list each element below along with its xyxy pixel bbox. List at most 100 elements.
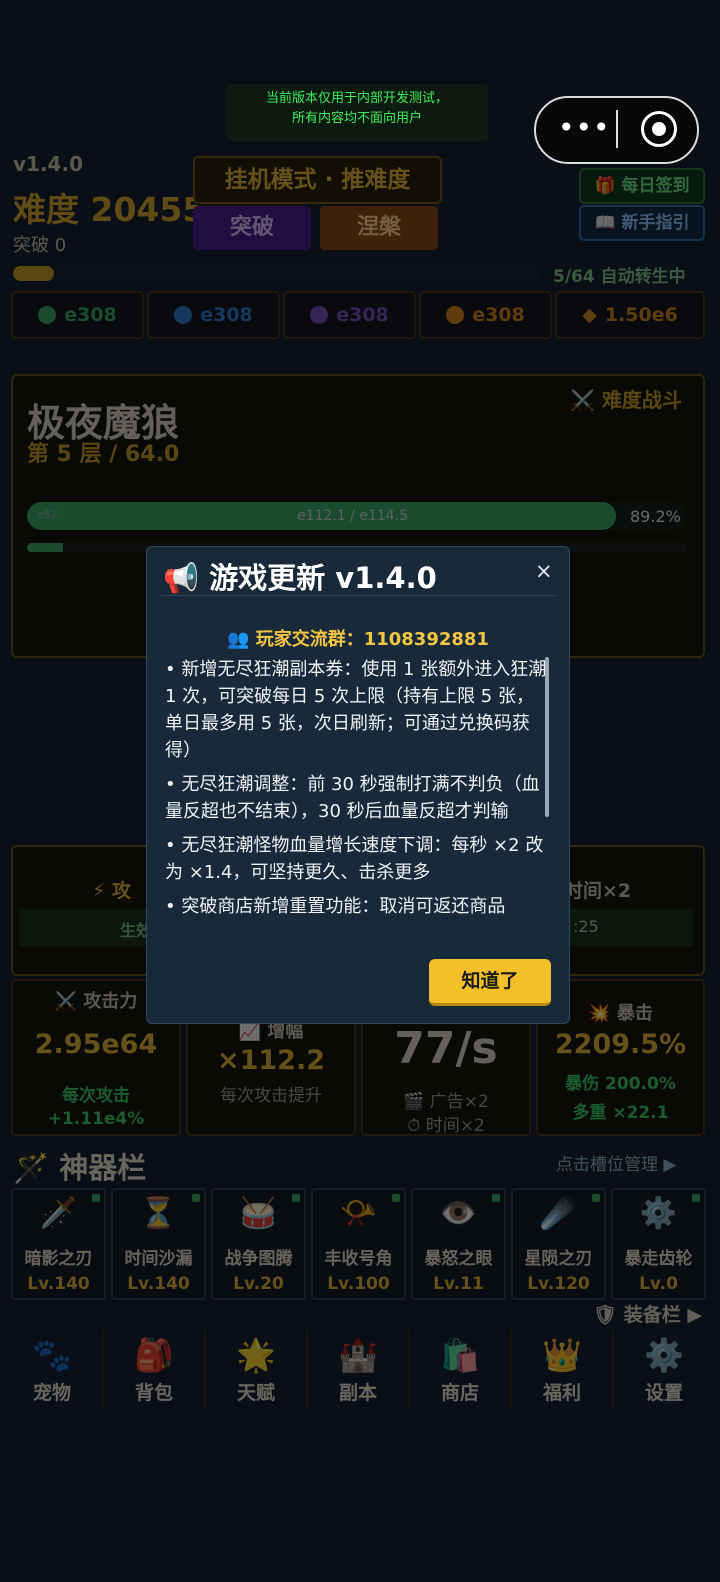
stat-sub: 暴伤 200.0% bbox=[565, 1074, 676, 1094]
update-note: • 新增无尽狂潮副本券：使用 1 张额外进入狂潮 1 次，可突破每日 5 次上限… bbox=[165, 659, 547, 761]
boss-hp-mini: e52 bbox=[37, 508, 58, 521]
resource-value: e308 bbox=[336, 304, 389, 326]
close-icon[interactable]: × bbox=[535, 559, 553, 583]
rebirth-progress-bar bbox=[13, 266, 541, 281]
stat-sub: 每次攻击提升 bbox=[220, 1086, 322, 1106]
stat-sub: 🎬 广告×2 bbox=[403, 1092, 489, 1112]
boss-hp-percent: 89.2% bbox=[630, 507, 681, 526]
breakthrough-count: 突破 0 bbox=[13, 235, 67, 256]
nav-settings[interactable]: ⚙️ 设置 bbox=[614, 1330, 714, 1408]
breakthrough-button[interactable]: 突破 bbox=[193, 206, 311, 250]
idle-mode-button[interactable]: 挂机模式 · 推难度 bbox=[193, 156, 442, 204]
player-group-number: 👥 玩家交流群：1108392881 bbox=[227, 629, 489, 650]
close-miniprogram-button[interactable] bbox=[641, 111, 677, 147]
dagger-icon: 🗡️ bbox=[39, 1196, 78, 1231]
nav-dungeon[interactable]: 🏰 副本 bbox=[308, 1330, 410, 1408]
nav-backpack[interactable]: 🎒 背包 bbox=[104, 1330, 206, 1408]
artifact-level: Lv.0 bbox=[639, 1274, 678, 1294]
nav-talent[interactable]: 🌟 天赋 bbox=[206, 1330, 308, 1408]
artifact-name: 暴走齿轮 bbox=[624, 1249, 693, 1269]
dialog-divider bbox=[161, 595, 555, 596]
artifact-name: 战争图腾 bbox=[224, 1249, 293, 1269]
stat-sub: ⏱ 时间×2 bbox=[407, 1116, 485, 1136]
resource-value: e308 bbox=[64, 304, 117, 326]
capsule-divider bbox=[616, 110, 618, 148]
dev-notice: 当前版本仅用于内部开发测试， 所有内容均不面向用户 bbox=[226, 84, 488, 141]
resource-orange[interactable]: e308 bbox=[419, 291, 552, 339]
update-dialog: 📢 游戏更新 v1.4.0 × 👥 玩家交流群：1108392881 • 新增无… bbox=[146, 546, 570, 1024]
notes-scrollbar[interactable] bbox=[545, 657, 549, 817]
artifact-meteor-blade[interactable]: ☄️ 星陨之刃 Lv.120 bbox=[511, 1188, 606, 1300]
orange-orb-icon bbox=[446, 306, 465, 324]
dialog-title: 📢 游戏更新 v1.4.0 bbox=[163, 561, 437, 595]
artifact-harvest-horn[interactable]: 📯 丰收号角 Lv.100 bbox=[311, 1188, 406, 1300]
artifact-time-hourglass[interactable]: ⏳ 时间沙漏 Lv.140 bbox=[111, 1188, 206, 1300]
artifact-war-totem[interactable]: 🥁 战争图腾 Lv.20 bbox=[211, 1188, 306, 1300]
stat-sub: +1.11e4% bbox=[47, 1109, 145, 1129]
difficulty-label: 难度 20455 bbox=[13, 190, 206, 229]
version-label: v1.4.0 bbox=[13, 152, 83, 176]
update-notes-list[interactable]: • 新增无尽狂潮副本券：使用 1 张额外进入狂潮 1 次，可突破每日 5 次上限… bbox=[165, 656, 551, 938]
stat-sub: 多重 ×22.1 bbox=[572, 1103, 669, 1123]
equipment-bar-link[interactable]: 🛡 装备栏 ▶ bbox=[593, 1300, 702, 1327]
resource-blue[interactable]: e308 bbox=[147, 291, 280, 339]
nav-label: 背包 bbox=[134, 1382, 173, 1404]
resource-value: e308 bbox=[200, 304, 253, 326]
comet-icon: ☄️ bbox=[539, 1196, 578, 1231]
star-icon: 🌟 bbox=[236, 1336, 276, 1374]
diamond-icon: ◆ bbox=[582, 304, 597, 326]
got-it-button[interactable]: 知道了 bbox=[429, 959, 551, 1006]
eye-icon: 👁️ bbox=[439, 1196, 478, 1231]
artifact-level: Lv.11 bbox=[433, 1274, 484, 1294]
artifact-name: 时间沙漏 bbox=[124, 1249, 193, 1269]
slot-manage-link[interactable]: 点击槽位管理 ▶ bbox=[556, 1150, 676, 1175]
update-note: • 无尽狂潮调整：前 30 秒强制打满不判负（血量反超也不结束），30 秒后血量… bbox=[165, 774, 540, 822]
daily-checkin-button[interactable]: 🎁 每日签到 bbox=[579, 168, 705, 204]
nav-shop[interactable]: 🛍️ 商店 bbox=[410, 1330, 512, 1408]
dev-notice-line1: 当前版本仅用于内部开发测试， bbox=[265, 91, 448, 106]
hourglass-icon: ⏳ bbox=[139, 1196, 178, 1231]
artifact-level: Lv.140 bbox=[27, 1274, 90, 1294]
nav-welfare[interactable]: 👑 福利 bbox=[512, 1330, 614, 1408]
dev-notice-line2: 所有内容均不面向用户 bbox=[291, 111, 422, 126]
buff-left-label: ⚡ 攻 bbox=[92, 880, 131, 902]
miniprogram-capsule: ••• bbox=[534, 96, 699, 164]
nav-label: 天赋 bbox=[236, 1382, 275, 1404]
horn-icon: 📯 bbox=[339, 1196, 378, 1231]
stat-value: 2.95e64 bbox=[34, 1029, 158, 1060]
artifact-rage-eye[interactable]: 👁️ 暴怒之眼 Lv.11 bbox=[411, 1188, 506, 1300]
stat-sub: 每次攻击 bbox=[62, 1086, 130, 1106]
stat-value: 77/s bbox=[394, 1023, 498, 1074]
buff-right-label: 时间×2 bbox=[564, 880, 632, 902]
artifact-name: 暗影之刃 bbox=[24, 1249, 93, 1269]
resource-value: 1.50e6 bbox=[604, 304, 678, 326]
boss-layer: 第 5 层 / 64.0 bbox=[27, 442, 180, 467]
nav-pet[interactable]: 🐾 宠物 bbox=[2, 1330, 104, 1408]
stat-value: 2209.5% bbox=[554, 1029, 687, 1060]
beginner-guide-button[interactable]: 📖 新手指引 bbox=[579, 205, 705, 241]
artifact-level: Lv.100 bbox=[327, 1274, 390, 1294]
drum-icon: 🥁 bbox=[239, 1196, 278, 1231]
artifact-name: 暴怒之眼 bbox=[424, 1249, 493, 1269]
artifact-level: Lv.140 bbox=[127, 1274, 190, 1294]
resource-purple[interactable]: e308 bbox=[283, 291, 416, 339]
resource-diamond[interactable]: ◆ 1.50e6 bbox=[555, 291, 705, 339]
blue-orb-icon bbox=[174, 306, 193, 324]
shopping-bags-icon: 🛍️ bbox=[440, 1336, 480, 1374]
rebirth-progress-fill bbox=[13, 266, 55, 281]
difficulty-battle-button[interactable]: ⚔️ 难度战斗 bbox=[570, 384, 682, 413]
artifact-bar-title: 🪄 神器栏 bbox=[13, 1151, 147, 1185]
resource-green[interactable]: e308 bbox=[11, 291, 144, 339]
rebirth-progress-text: 5/64 自动转生中 bbox=[553, 267, 686, 287]
more-button[interactable]: ••• bbox=[558, 114, 611, 142]
purple-orb-icon bbox=[310, 306, 329, 324]
castle-icon: 🏰 bbox=[338, 1336, 378, 1374]
artifact-shadow-blade[interactable]: 🗡️ 暗影之刃 Lv.140 bbox=[11, 1188, 106, 1300]
nirvana-button[interactable]: 涅槃 bbox=[320, 206, 438, 250]
backpack-icon: 🎒 bbox=[134, 1336, 174, 1374]
artifact-name: 丰收号角 bbox=[324, 1249, 393, 1269]
nav-label: 商店 bbox=[440, 1382, 479, 1404]
artifact-berserk-gear[interactable]: ⚙️ 暴走齿轮 Lv.0 bbox=[611, 1188, 706, 1300]
stat-value: ×112.2 bbox=[216, 1045, 326, 1076]
resource-value: e308 bbox=[472, 304, 525, 326]
